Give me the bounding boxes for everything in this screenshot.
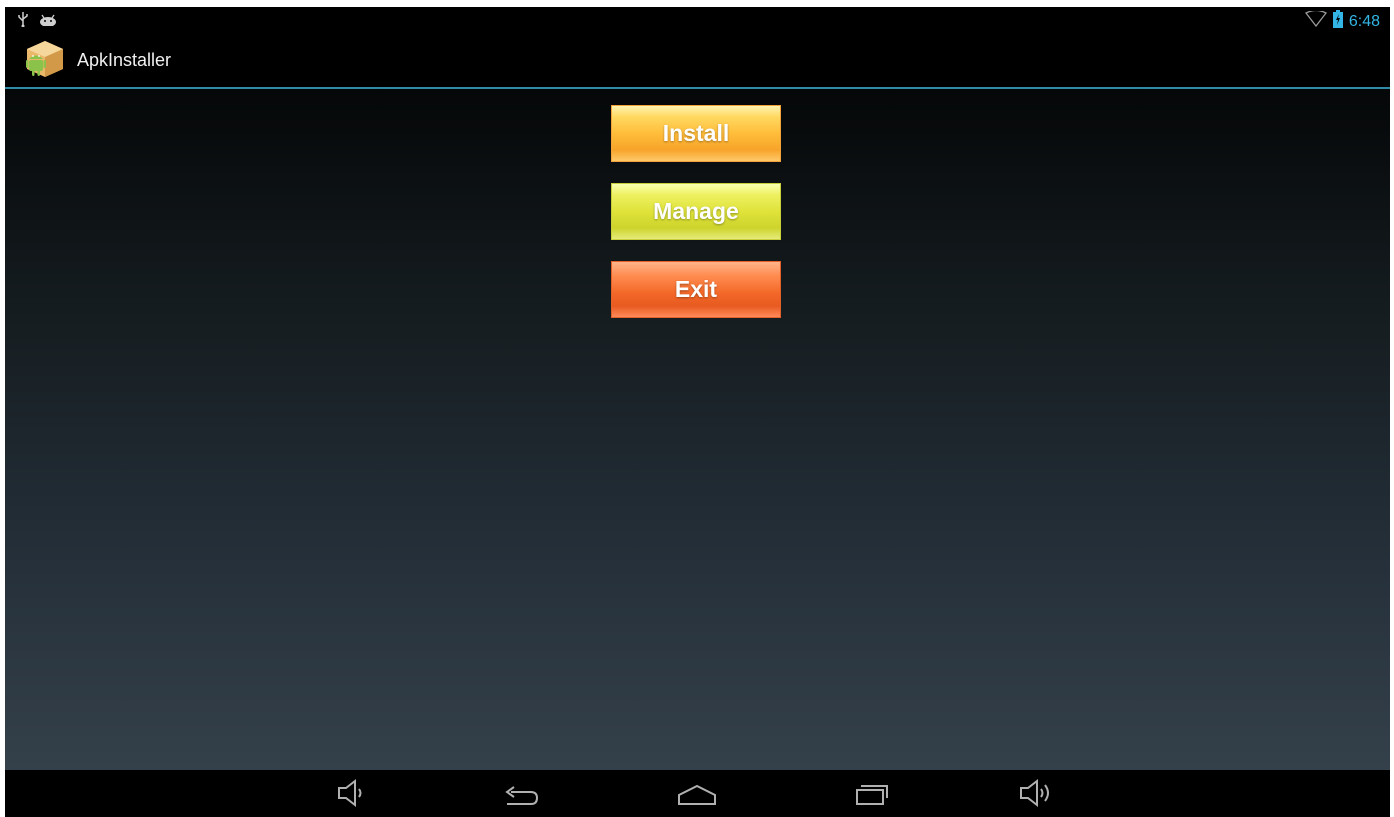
android-debug-icon (39, 13, 57, 31)
app-title: ApkInstaller (77, 50, 172, 70)
back-icon[interactable] (501, 778, 541, 808)
install-button[interactable]: Install (611, 105, 781, 162)
main-content: Install Manage Exit (5, 89, 1390, 770)
device-screen: 6:48 ApkInstaller Install Manage Exit (5, 7, 1390, 817)
clock: 6:48 (1348, 12, 1380, 30)
navigation-bar (5, 770, 1390, 817)
volume-down-icon[interactable] (335, 778, 375, 808)
apk-installer-app-icon[interactable] (23, 37, 67, 81)
action-bar: ApkInstaller (5, 32, 1390, 89)
wifi-icon (1304, 9, 1327, 32)
recent-apps-icon[interactable] (851, 778, 891, 808)
manage-button[interactable]: Manage (611, 183, 781, 240)
home-icon[interactable] (675, 778, 716, 808)
exit-button[interactable]: Exit (611, 261, 781, 318)
status-bar: 6:48 (5, 7, 1390, 32)
volume-up-icon[interactable] (1017, 778, 1057, 808)
battery-charging-icon (1332, 10, 1343, 33)
usb-icon (17, 11, 29, 32)
